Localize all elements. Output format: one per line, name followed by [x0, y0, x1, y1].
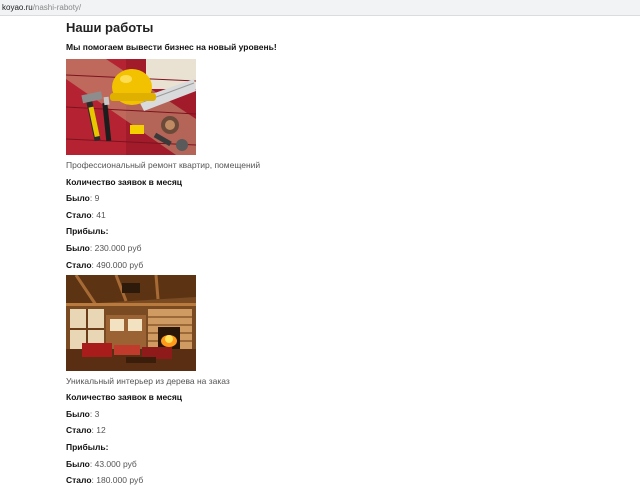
card-caption: Профессиональный ремонт квартир, помещен… — [66, 160, 261, 170]
before-requests-value: 3 — [94, 408, 100, 419]
before-profit-value: 230.000 руб — [94, 242, 142, 253]
page-title: Наши работы — [66, 20, 154, 35]
before-profit-value: 43.000 руб — [94, 458, 137, 469]
after-requests: Стало: 12 — [66, 425, 106, 436]
browser-address-bar[interactable]: koyao.ru/nashi-raboty/ — [0, 0, 640, 16]
url-path: /nashi-raboty/ — [32, 3, 82, 12]
requests-heading: Количество заявок в месяц — [66, 176, 183, 187]
before-profit: Было: 230.000 руб — [66, 242, 142, 253]
after-requests: Стало: 41 — [66, 209, 106, 220]
profit-heading: Прибыль: — [66, 441, 109, 452]
after-profit-value: 490.000 руб — [96, 259, 144, 270]
after-profit-value: 180.000 руб — [96, 475, 144, 486]
url-host: koyao.ru — [2, 3, 33, 12]
before-requests: Было: 3 — [66, 408, 100, 419]
wooden-interior-photo-icon — [66, 274, 196, 371]
before-requests: Было: 9 — [66, 193, 100, 204]
profit-heading: Прибыль: — [66, 226, 109, 237]
portfolio-card-wood-interior: Уникальный интерьер из дерева на заказ К… — [66, 274, 586, 486]
requests-heading: Количество заявок в месяц — [66, 392, 183, 403]
main-content: Наши работы Мы помогаем вывести бизнес н… — [66, 20, 586, 486]
after-requests-value: 12 — [96, 425, 106, 436]
card-caption: Уникальный интерьер из дерева на заказ — [66, 375, 230, 386]
portfolio-card-renovation: Профессиональный ремонт квартир, помещен… — [66, 59, 586, 271]
after-profit: Стало: 490.000 руб — [66, 259, 144, 270]
after-requests-value: 41 — [96, 209, 106, 220]
address-url[interactable]: koyao.ru/nashi-raboty/ — [2, 2, 81, 13]
before-requests-value: 9 — [94, 193, 100, 204]
tools-photo-icon — [66, 59, 196, 155]
after-profit: Стало: 180.000 руб — [66, 475, 144, 486]
before-profit: Было: 43.000 руб — [66, 458, 137, 469]
page-subtitle: Мы помогаем вывести бизнес на новый уров… — [66, 42, 277, 52]
